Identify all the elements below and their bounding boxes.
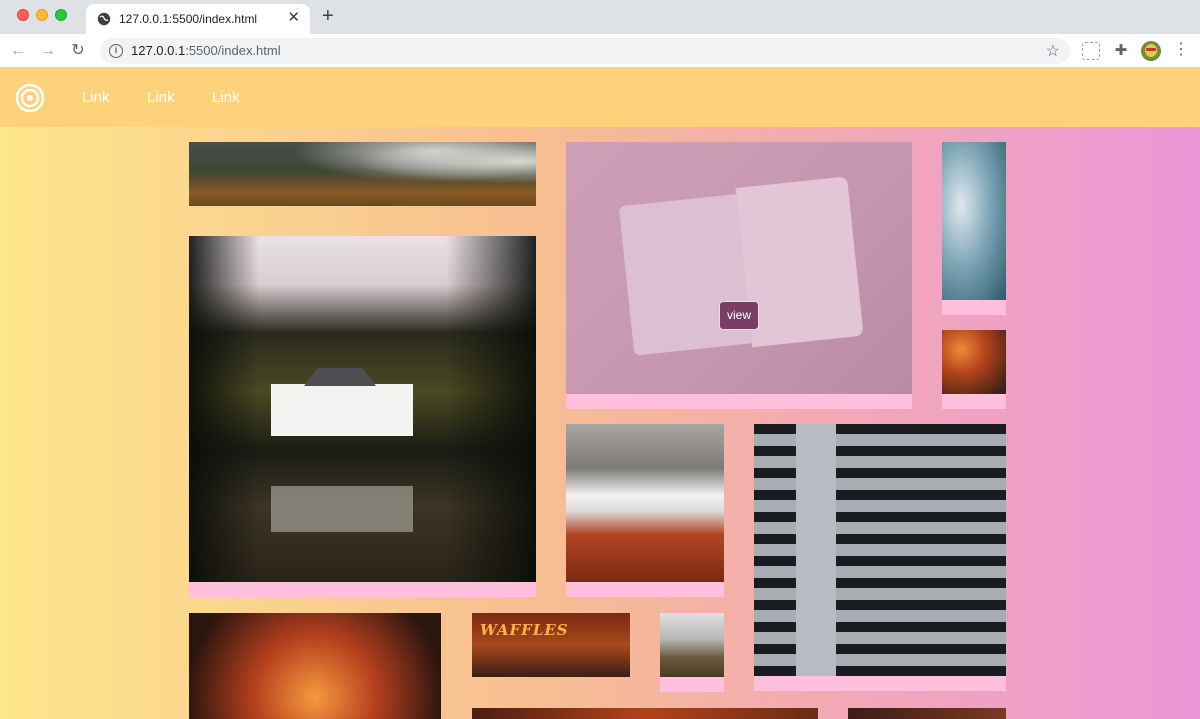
photo-detail: [271, 384, 413, 436]
puzzle-icon[interactable]: ✚: [1112, 42, 1130, 60]
gallery-item-office-building[interactable]: [754, 424, 1006, 691]
gallery-item-carousel[interactable]: [189, 613, 441, 719]
photo-misty-forest: [189, 142, 536, 206]
reload-icon[interactable]: ↻: [68, 41, 88, 61]
photo-bottom-lights: [472, 708, 818, 719]
site-navbar: Link Link Link: [0, 68, 1200, 127]
tab-title: 127.0.0.1:5500/index.html: [119, 12, 258, 26]
maximize-window-button[interactable]: [55, 9, 67, 21]
url-text[interactable]: 127.0.0.1:5500/index.html: [131, 43, 281, 58]
gallery-item-festive-lights[interactable]: [942, 330, 1006, 409]
url-host: 127.0.0.1: [131, 43, 186, 58]
extension-icon[interactable]: [1082, 42, 1100, 60]
photo-festive-lights: [942, 330, 1006, 394]
info-icon[interactable]: i: [109, 44, 123, 58]
browser-tab-bar: 127.0.0.1:5500/index.html ✕ +: [0, 0, 1200, 34]
back-icon[interactable]: ←: [8, 41, 28, 61]
view-button[interactable]: view: [719, 301, 759, 330]
gallery-item-cloud-valley[interactable]: [566, 424, 724, 597]
gallery-item-bottom-lights[interactable]: [472, 708, 818, 719]
nav-link-3[interactable]: Link: [212, 89, 240, 106]
photo-carousel: [189, 613, 441, 719]
photo-detail: [796, 424, 836, 676]
photo-detail: [271, 486, 413, 532]
waffles-sign-text: WAFFLES: [480, 621, 569, 639]
gallery-item-waffles-sign[interactable]: WAFFLES: [472, 613, 630, 677]
photo-foggy-hills: [660, 613, 724, 677]
minimize-window-button[interactable]: [36, 9, 48, 21]
photo-waffles-sign: WAFFLES: [472, 613, 630, 677]
bookmark-star-icon[interactable]: ☆: [1046, 41, 1060, 61]
address-bar[interactable]: i 127.0.0.1:5500/index.html ☆: [100, 38, 1070, 64]
new-tab-button[interactable]: +: [322, 6, 334, 26]
photo-detail: [189, 236, 259, 582]
photo-ocean-waves: [942, 142, 1006, 300]
gallery-item-bottom-dark[interactable]: [848, 708, 1006, 719]
gallery-item-lake-house[interactable]: [189, 236, 536, 597]
photo-office-building: [754, 424, 1006, 676]
photo-open-book: view: [566, 142, 912, 394]
nav-link-2[interactable]: Link: [147, 89, 175, 106]
avatar[interactable]: [1141, 41, 1161, 61]
url-path: :5500/index.html: [185, 43, 281, 58]
photo-detail: [618, 194, 752, 356]
spiral-logo-icon[interactable]: [15, 83, 45, 113]
photo-lake-house: [189, 236, 536, 582]
gallery-item-misty-forest[interactable]: [189, 142, 536, 206]
page-viewport: Link Link Link view WAFFLES: [0, 68, 1200, 719]
close-tab-icon[interactable]: ✕: [287, 10, 300, 26]
photo-cloud-valley: [566, 424, 724, 582]
forward-icon[interactable]: →: [38, 41, 58, 61]
photo-bottom-dark: [848, 708, 1006, 719]
gallery-item-open-book[interactable]: view: [566, 142, 912, 409]
gallery-item-ocean-waves[interactable]: [942, 142, 1006, 315]
photo-detail: [446, 236, 536, 582]
nav-link-1[interactable]: Link: [82, 89, 110, 106]
close-window-button[interactable]: [17, 9, 29, 21]
browser-tab[interactable]: 127.0.0.1:5500/index.html ✕: [86, 4, 310, 34]
gallery-item-foggy-hills[interactable]: [660, 613, 724, 692]
browser-toolbar: ← → ↻ i 127.0.0.1:5500/index.html ☆ ✚ ⋮: [0, 34, 1200, 68]
globe-icon: [97, 12, 111, 26]
menu-icon[interactable]: ⋮: [1173, 41, 1189, 59]
